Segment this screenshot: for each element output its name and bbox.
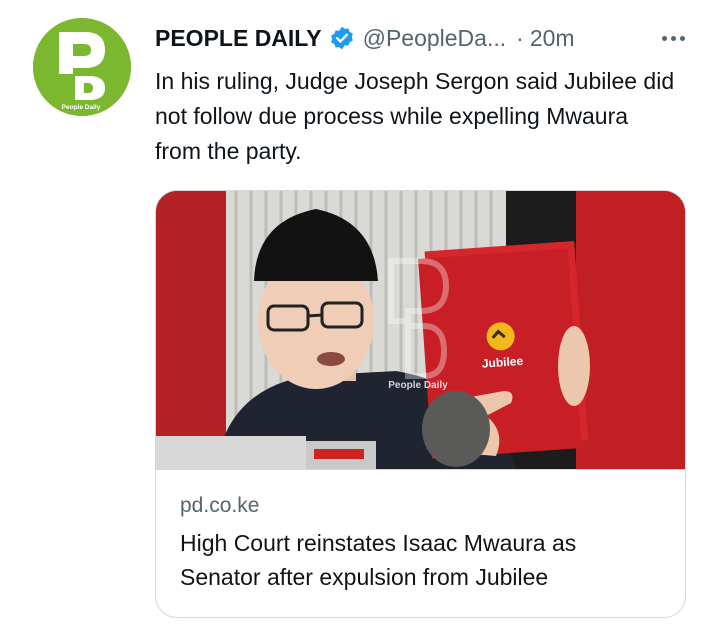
card-image[interactable]: Jubilee People Daily bbox=[156, 191, 685, 469]
more-horizontal-icon[interactable] bbox=[656, 24, 690, 52]
folder-label: Jubilee bbox=[481, 354, 524, 371]
link-card[interactable]: Jubilee People Daily pd.co.ke High Court… bbox=[155, 190, 686, 618]
card-domain: pd.co.ke bbox=[180, 494, 260, 517]
display-name[interactable]: PEOPLE DAILY bbox=[155, 25, 322, 52]
card-footer[interactable]: pd.co.ke High Court reinstates Isaac Mwa… bbox=[156, 469, 685, 617]
tweet-text: In his ruling, Judge Joseph Sergon said … bbox=[155, 68, 675, 164]
people-daily-logo-icon: People Daily bbox=[33, 18, 131, 116]
avatar-logo-text: People Daily bbox=[62, 104, 101, 111]
card-title: High Court reinstates Isaac Mwaura as Se… bbox=[180, 530, 577, 590]
handle[interactable]: @PeopleDa... bbox=[363, 25, 507, 52]
timestamp[interactable]: 20m bbox=[530, 25, 575, 52]
avatar[interactable]: People Daily bbox=[33, 18, 131, 116]
separator-dot: · bbox=[516, 24, 524, 51]
image-watermark: People Daily bbox=[388, 380, 448, 391]
verified-badge-icon bbox=[330, 26, 353, 50]
tweet-header: PEOPLE DAILY @PeopleDa... · 20m bbox=[155, 22, 690, 54]
